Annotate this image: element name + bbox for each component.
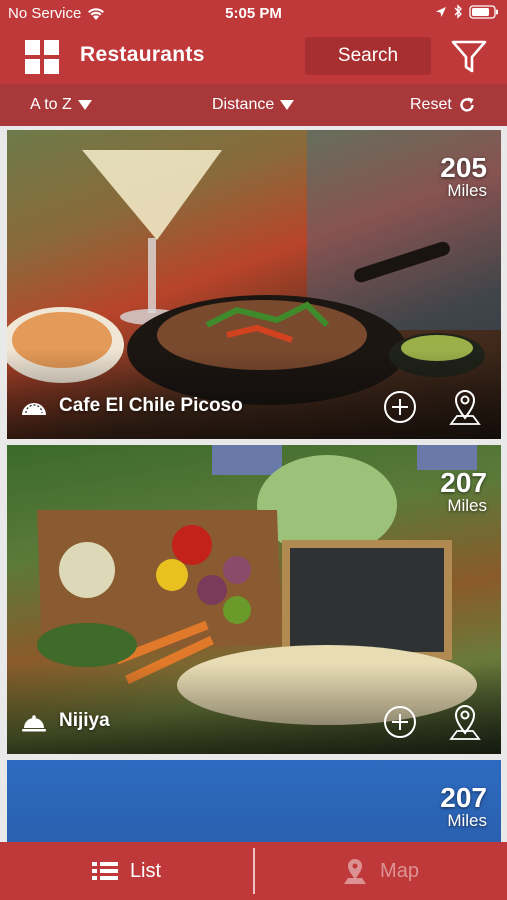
restaurant-card[interactable]: 207 Miles	[7, 760, 501, 842]
plus-circle-icon	[384, 706, 416, 738]
add-favorite-button[interactable]	[383, 390, 417, 424]
sort-distance-button[interactable]: Distance	[212, 96, 295, 114]
taco-icon	[22, 403, 46, 415]
add-favorite-button[interactable]	[383, 705, 417, 739]
chevron-down-icon	[77, 100, 92, 110]
distance-value: 207	[440, 782, 487, 813]
filter-button[interactable]	[449, 38, 489, 76]
battery-icon	[469, 4, 498, 19]
restaurant-list[interactable]: 205 Miles Cafe El Chile Picoso 207 Miles…	[0, 126, 507, 842]
map-pin-icon	[449, 705, 481, 740]
sort-bar: A to Z Distance Reset	[0, 84, 507, 126]
map-pin-icon	[449, 390, 481, 425]
tab-map-label: Map	[380, 859, 419, 882]
tab-list-label: List	[129, 859, 162, 882]
restaurant-name: Nijiya	[59, 710, 110, 731]
search-button[interactable]: Search	[305, 37, 431, 75]
status-time: 5:05 PM	[225, 5, 282, 22]
restaurant-name: Cafe El Chile Picoso	[59, 395, 243, 416]
sort-a-to-z-button[interactable]: A to Z	[30, 96, 92, 114]
nav-bar: Restaurants Search	[0, 28, 507, 84]
chevron-down-icon	[280, 100, 295, 110]
distance-value: 207	[440, 467, 487, 498]
tab-list[interactable]: List	[0, 842, 253, 900]
show-on-map-button[interactable]	[447, 388, 483, 426]
sort-a-to-z-label: A to Z	[30, 96, 72, 113]
bluetooth-icon	[454, 4, 462, 19]
reset-button[interactable]: Reset	[410, 96, 476, 114]
show-on-map-button[interactable]	[447, 703, 483, 741]
distance-unit: Miles	[447, 811, 487, 830]
restaurant-card[interactable]: 205 Miles Cafe El Chile Picoso	[7, 130, 501, 439]
distance-badge: 207 Miles	[440, 784, 487, 830]
plus-circle-icon	[384, 391, 416, 423]
distance-value: 205	[440, 152, 487, 183]
status-bar: No Service 5:05 PM	[0, 0, 507, 28]
page-title: Restaurants	[80, 43, 205, 66]
grid-menu-button[interactable]	[24, 39, 60, 75]
tab-map[interactable]: Map	[254, 842, 507, 900]
distance-unit: Miles	[447, 181, 487, 200]
distance-badge: 205 Miles	[440, 154, 487, 200]
distance-badge: 207 Miles	[440, 469, 487, 515]
distance-unit: Miles	[447, 496, 487, 515]
map-pin-icon	[344, 859, 367, 884]
cloche-icon	[22, 715, 46, 732]
restaurant-card[interactable]: 207 Miles Nijiya	[7, 445, 501, 754]
card-footer: Cafe El Chile Picoso	[7, 377, 501, 439]
status-right	[435, 4, 499, 19]
card-footer: Nijiya	[7, 692, 501, 754]
list-icon	[91, 862, 118, 880]
filter-icon	[451, 40, 487, 73]
refresh-icon	[460, 97, 474, 112]
location-arrow-icon	[436, 6, 446, 17]
sort-distance-label: Distance	[212, 96, 275, 113]
grid-icon	[25, 40, 59, 74]
reset-label: Reset	[410, 96, 452, 113]
tab-bar: List Map	[0, 842, 507, 900]
